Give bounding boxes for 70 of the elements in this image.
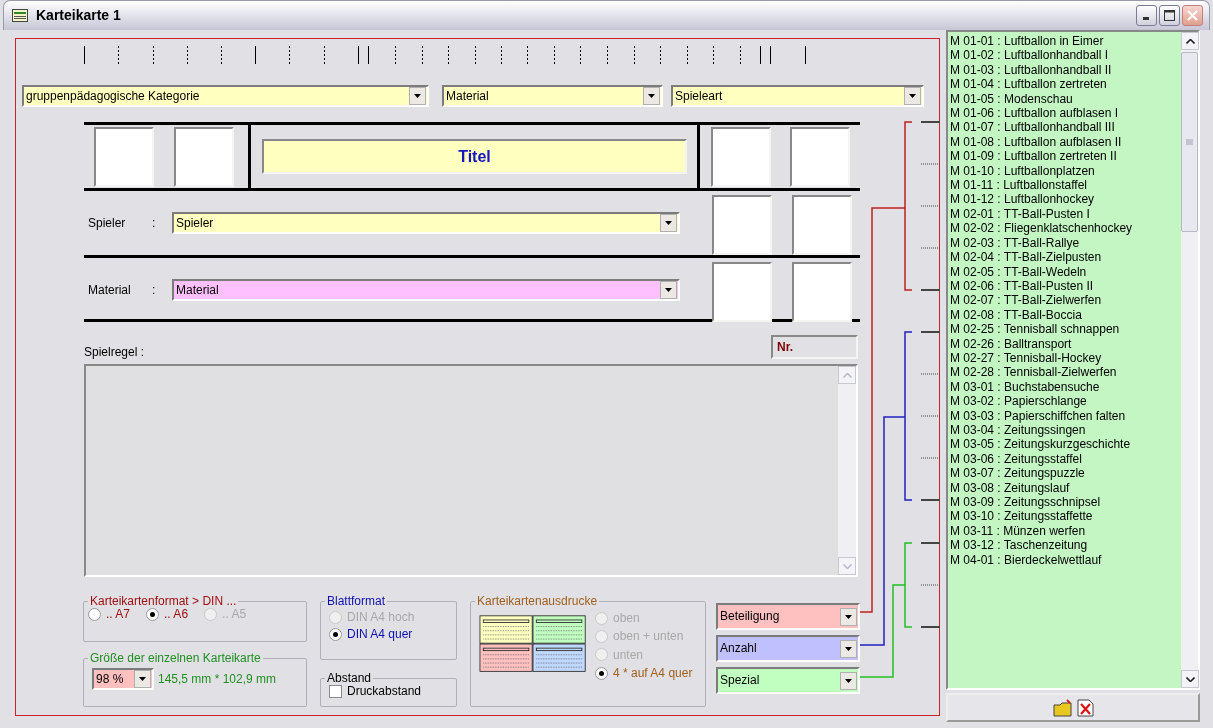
list-item[interactable]: M 02-06 : TT-Ball-Pusten II bbox=[950, 278, 1181, 294]
list-item[interactable]: M 03-02 : Papierschlange bbox=[950, 394, 1181, 409]
list-item[interactable]: M 01-01 : Luftballon in Eimer bbox=[950, 34, 1181, 49]
list-item[interactable]: M 02-01 : TT-Ball-Pusten I bbox=[950, 206, 1181, 222]
option-label: 4 * auf A4 quer bbox=[613, 666, 693, 681]
window-title: Karteikarte 1 bbox=[36, 7, 122, 24]
list-item[interactable]: M 03-12 : Taschenzeitung bbox=[950, 538, 1181, 553]
option-label: oben + unten bbox=[613, 629, 684, 644]
label-separator: : bbox=[152, 215, 157, 231]
list-item[interactable]: M 03-09 : Zeitungsschnipsel bbox=[950, 495, 1181, 510]
option-label: .. A5 bbox=[222, 607, 247, 622]
group-select[interactable]: Anzahl bbox=[716, 635, 860, 662]
checkbox-label: Druckabstand bbox=[347, 684, 422, 699]
group-select[interactable]: Spezial bbox=[716, 667, 860, 694]
label-separator: : bbox=[152, 282, 157, 298]
list-item[interactable]: M 03-01 : Buchstabensuche bbox=[950, 379, 1181, 395]
list-item[interactable]: M 02-04 : TT-Ball-Zielpusten bbox=[950, 250, 1181, 265]
list-item[interactable]: M 01-08 : Luftballon aufblasen II bbox=[950, 134, 1181, 150]
group-legend: Karteikartenformat > DIN ... bbox=[88, 595, 239, 607]
list-item[interactable]: M 01-06 : Luftballon aufblasen I bbox=[950, 106, 1181, 121]
field-label: Spieler bbox=[88, 215, 127, 231]
group-legend: Blattformat bbox=[325, 595, 388, 607]
player-select[interactable]: Spieler bbox=[172, 212, 680, 234]
size-dimensions: 145,5 mm * 102,9 mm bbox=[158, 671, 277, 687]
category-select[interactable]: Spieleart bbox=[671, 85, 924, 107]
group-legend: Größe der einzelnen Karteikarte bbox=[88, 652, 263, 664]
option-label: .. A7 bbox=[106, 607, 131, 622]
number-field[interactable]: Nr. bbox=[771, 335, 858, 359]
option-label: .. A6 bbox=[164, 607, 189, 622]
option-label: DIN A4 hoch bbox=[347, 610, 415, 625]
list-item[interactable]: M 02-02 : Fliegenklatschenhockey bbox=[950, 221, 1181, 236]
list-item[interactable]: M 01-07 : Luftballonhandball III bbox=[950, 120, 1181, 135]
field-label: Material bbox=[88, 282, 132, 298]
size-select[interactable]: 98 % bbox=[92, 668, 154, 690]
list-item[interactable]: M 02-27 : Tennisball-Hockey bbox=[950, 350, 1181, 366]
list-item[interactable]: M 02-05 : TT-Ball-Wedeln bbox=[950, 264, 1181, 279]
rules-label: Spielregel : bbox=[84, 344, 146, 359]
list-item[interactable]: M 01-10 : Luftballonplatzen bbox=[950, 163, 1181, 179]
list-item[interactable]: M 02-28 : Tennisball-Zielwerfen bbox=[950, 365, 1181, 380]
title-field[interactable]: Titel bbox=[262, 139, 687, 174]
list-item[interactable]: M 03-03 : Papierschiffchen falten bbox=[950, 408, 1181, 423]
list-item[interactable]: M 01-11 : Luftballonstaffel bbox=[950, 178, 1181, 193]
list-item[interactable]: M 01-02 : Luftballonhandball I bbox=[950, 48, 1181, 63]
category-select[interactable]: gruppenpädagogische Kategorie bbox=[22, 85, 429, 107]
option-label: DIN A4 quer bbox=[347, 627, 413, 642]
list-item[interactable]: M 02-08 : TT-Ball-Boccia bbox=[950, 307, 1181, 323]
list-item[interactable]: M 03-07 : Zeitungspuzzle bbox=[950, 466, 1181, 481]
list-item[interactable]: M 03-04 : Zeitungssingen bbox=[950, 422, 1181, 438]
list-item[interactable]: M 02-03 : TT-Ball-Rallye bbox=[950, 235, 1181, 251]
list-item[interactable]: M 01-03 : Luftballonhandball II bbox=[950, 62, 1181, 78]
group-legend: Abstand bbox=[325, 672, 374, 684]
list-item[interactable]: M 01-05 : Modenschau bbox=[950, 91, 1181, 107]
list-item[interactable]: M 03-11 : Münzen werfen bbox=[950, 523, 1181, 539]
category-select[interactable]: Material bbox=[442, 85, 663, 107]
list-item[interactable]: M 01-12 : Luftballonhockey bbox=[950, 192, 1181, 207]
group-legend: Karteikartenausdrucke bbox=[475, 595, 600, 607]
option-label: oben bbox=[613, 611, 640, 626]
list-item[interactable]: M 03-10 : Zeitungsstaffette bbox=[950, 509, 1181, 524]
list-item[interactable]: M 02-07 : TT-Ball-Zielwerfen bbox=[950, 293, 1181, 308]
list-item[interactable]: M 03-06 : Zeitungsstaffel bbox=[950, 451, 1181, 467]
list-item[interactable]: M 04-01 : Bierdeckelwettlauf bbox=[950, 552, 1181, 568]
material-select[interactable]: Material bbox=[172, 279, 680, 301]
option-label: unten bbox=[613, 647, 644, 663]
list-item[interactable]: M 01-09 : Luftballon zertreten II bbox=[950, 149, 1181, 164]
list-item[interactable]: M 03-05 : Zeitungskurzgeschichte bbox=[950, 437, 1181, 452]
list-item[interactable]: M 03-08 : Zeitungslauf bbox=[950, 480, 1181, 495]
list-item[interactable]: M 02-26 : Balltransport bbox=[950, 336, 1181, 351]
group-select[interactable]: Beteiligung bbox=[716, 603, 860, 630]
list-item[interactable]: M 01-04 : Luftballon zertreten bbox=[950, 77, 1181, 92]
list-item[interactable]: M 02-25 : Tennisball schnappen bbox=[950, 322, 1181, 337]
